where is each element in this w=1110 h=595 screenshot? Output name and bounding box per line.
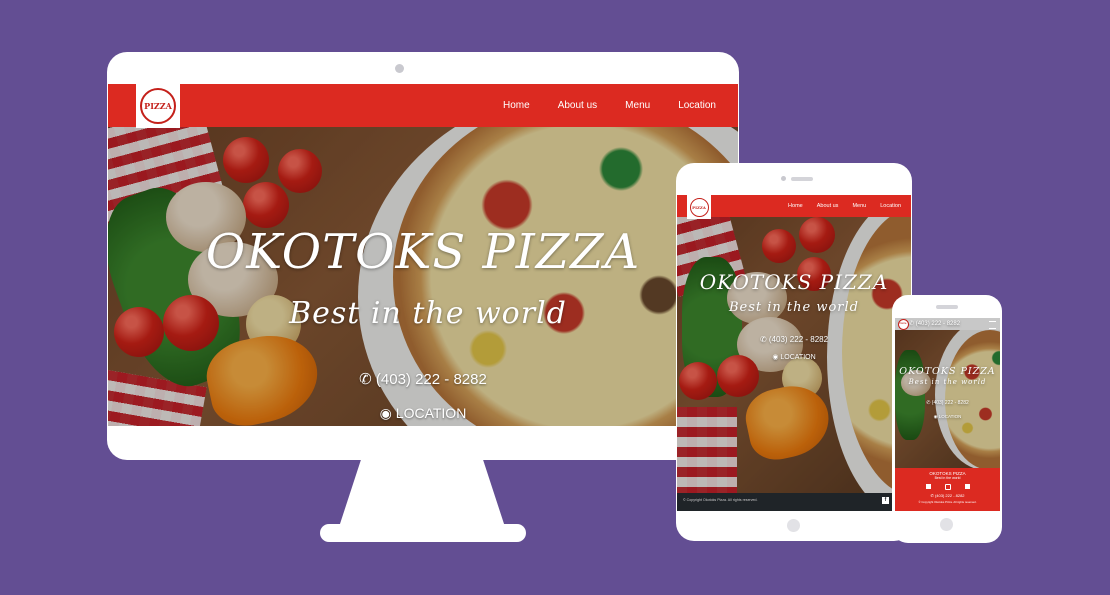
phone-hero-phone[interactable]: ✆ (403) 222 - 8282 bbox=[895, 400, 1000, 406]
phone-footer-tagline: Best in the world bbox=[934, 476, 961, 480]
phone-hero-tagline: Best in the world bbox=[908, 378, 987, 386]
phone-logo-badge: PIZZA bbox=[897, 318, 909, 330]
phone-social-row bbox=[895, 484, 1000, 490]
phone-screen: PIZZA ✆ (403) 222 - 8282 OKOTOKS PIZZA B… bbox=[895, 318, 1000, 511]
facebook-icon[interactable] bbox=[925, 484, 931, 489]
tablet-navbar: PIZZA Home About us Menu Location bbox=[677, 195, 911, 219]
phone-nav-number: (403) 222 - 8282 bbox=[915, 321, 961, 327]
tablet-hero-phone[interactable]: ✆ (403) 222 - 8282 bbox=[677, 335, 911, 344]
hamburger-menu-icon[interactable] bbox=[989, 321, 996, 329]
phone-logo[interactable]: PIZZA bbox=[897, 318, 909, 330]
tablet-nav-location[interactable]: Location bbox=[880, 203, 901, 209]
phone-footer: OKOTOKS PIZZA Best in the world ✆ (403) … bbox=[895, 468, 1000, 511]
phone-footer-phone-icon: ✆ bbox=[930, 493, 934, 498]
phone-home-button bbox=[940, 518, 953, 531]
tablet-footer: © Copyright Okotoks Pizza. All rights re… bbox=[677, 493, 911, 511]
tablet-home-button bbox=[787, 519, 800, 532]
phone-footer-number: (403) 222 - 8282 bbox=[934, 493, 965, 498]
map-pin-icon: ◉ bbox=[379, 405, 392, 421]
logo[interactable]: PIZZA bbox=[136, 84, 180, 128]
hero-title: OKOTOKS PIZZA bbox=[205, 224, 641, 280]
tablet-speaker bbox=[791, 177, 813, 181]
tablet-nav-menu[interactable]: Menu bbox=[852, 203, 866, 209]
desktop-screen: PIZZA Home About us Menu Location OKOTOK… bbox=[108, 84, 738, 426]
hero-phone[interactable]: ✆ (403) 222 - 8282 bbox=[108, 370, 738, 388]
tablet-hero-title: OKOTOKS PIZZA bbox=[699, 270, 889, 294]
instagram-icon[interactable] bbox=[944, 484, 951, 490]
phone-map-pin-icon: ◉ bbox=[933, 414, 938, 419]
hero-tagline: Best in the world bbox=[289, 296, 567, 331]
logo-badge: PIZZA bbox=[140, 88, 176, 124]
tablet-nav-about-us[interactable]: About us bbox=[817, 203, 839, 209]
phone-number: (403) 222 - 8282 bbox=[375, 371, 487, 388]
webcam-icon bbox=[395, 64, 404, 73]
phone-nav-phone[interactable]: ✆ (403) 222 - 8282 bbox=[909, 320, 960, 327]
hero-location[interactable]: ◉ LOCATION bbox=[108, 405, 738, 422]
location-link: LOCATION bbox=[395, 405, 467, 421]
phone-hero-phone-number: (403) 222 - 8282 bbox=[931, 400, 969, 406]
facebook-icon[interactable]: f bbox=[882, 497, 889, 504]
phone-hero-title: OKOTOKS PIZZA bbox=[899, 366, 996, 377]
phone-location-link: LOCATION bbox=[938, 414, 962, 419]
desktop-nav: Home About us Menu Location bbox=[503, 84, 716, 127]
tablet-hero-tagline: Best in the world bbox=[728, 300, 859, 315]
tablet-copyright: © Copyright Okotoks Pizza. All rights re… bbox=[683, 498, 758, 502]
tablet-logo[interactable]: PIZZA bbox=[687, 195, 711, 219]
tablet-hero-location[interactable]: ◉ LOCATION bbox=[677, 353, 911, 361]
phone-hero-image bbox=[895, 330, 1000, 468]
phone-navbar: PIZZA ✆ (403) 222 - 8282 bbox=[895, 318, 1000, 330]
nav-menu[interactable]: Menu bbox=[625, 100, 650, 111]
tablet-nav: Home About us Menu Location bbox=[788, 195, 901, 217]
nav-location[interactable]: Location bbox=[678, 100, 716, 111]
tablet-nav-home[interactable]: Home bbox=[788, 203, 803, 209]
tablet-phone-icon: ✆ bbox=[759, 335, 767, 344]
tablet-camera-icon bbox=[781, 176, 786, 181]
tablet-location-link: LOCATION bbox=[780, 354, 816, 361]
twitter-icon[interactable] bbox=[964, 484, 970, 489]
nav-about-us[interactable]: About us bbox=[558, 100, 597, 111]
tablet-map-pin-icon: ◉ bbox=[772, 354, 779, 361]
phone-hero-location[interactable]: ◉ LOCATION bbox=[895, 414, 1000, 420]
monitor-stand bbox=[338, 458, 506, 530]
tablet-logo-badge: PIZZA bbox=[689, 197, 709, 217]
nav-home[interactable]: Home bbox=[503, 100, 530, 111]
phone-footer-phone[interactable]: ✆ (403) 222 - 8282 bbox=[895, 493, 1000, 498]
monitor-base bbox=[320, 524, 526, 542]
desktop-navbar: PIZZA Home About us Menu Location bbox=[108, 84, 738, 128]
phone-speaker bbox=[936, 305, 958, 309]
phone-icon: ✆ bbox=[359, 371, 372, 388]
phone-nav-phone-icon: ✆ bbox=[909, 321, 915, 327]
tablet-screen: PIZZA Home About us Menu Location OKOTOK… bbox=[677, 195, 911, 511]
tablet-phone-number: (403) 222 - 8282 bbox=[768, 335, 829, 344]
phone-copyright: © Copyright Okotoks Pizza. All rights re… bbox=[918, 500, 977, 504]
phone-hero-phone-icon: ✆ bbox=[926, 400, 931, 406]
